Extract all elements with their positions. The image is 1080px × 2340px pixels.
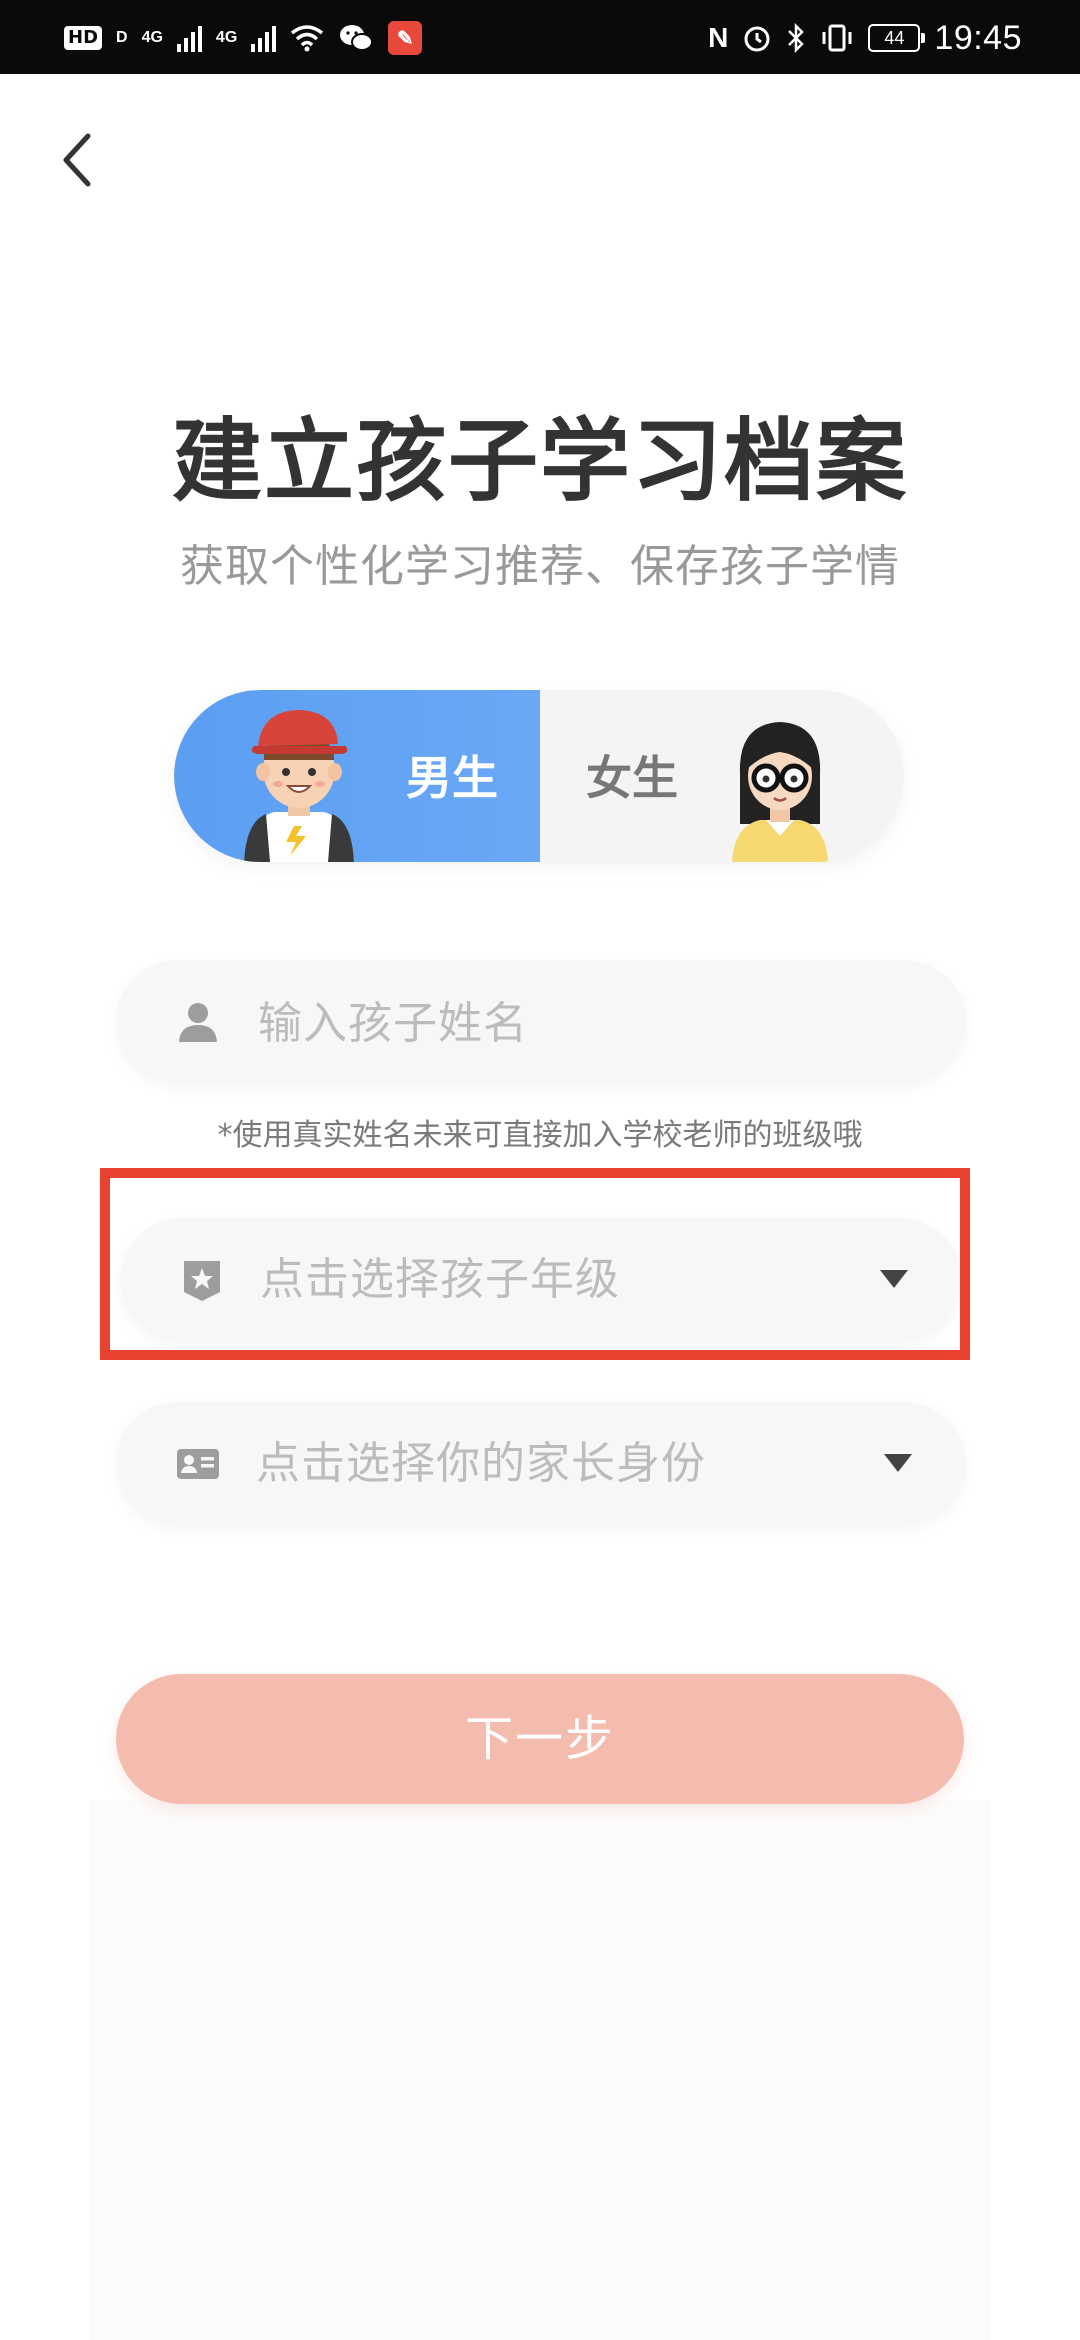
hd-sub: D xyxy=(116,29,128,46)
wechat-icon xyxy=(340,25,374,51)
boy-avatar-icon xyxy=(244,710,354,862)
clock: 19:45 xyxy=(934,18,1022,57)
user-icon xyxy=(179,1003,217,1042)
page-subtitle: 获取个性化学习推荐、保存孩子学情 xyxy=(180,541,900,592)
vibrate-icon xyxy=(822,24,852,52)
signal-2-icon xyxy=(251,24,277,52)
wifi-icon xyxy=(291,25,324,52)
hd-indicator: HD xyxy=(64,26,103,50)
bluetooth-icon xyxy=(788,23,805,53)
parent-role-placeholder: 点击选择你的家长身份 xyxy=(256,1438,706,1489)
bottom-area xyxy=(90,1800,990,2340)
status-bar: HD D 4G 4G ✎ N 44 19:45 xyxy=(0,0,1080,74)
name-hint-text: *使用真实姓名未来可直接加入学校老师的班级哦 xyxy=(217,1118,863,1153)
back-button[interactable] xyxy=(44,120,108,200)
dropdown-caret-icon xyxy=(884,1454,912,1472)
gender-girl-label: 女生 xyxy=(586,751,678,805)
gender-toggle: 男生 女生 xyxy=(174,690,904,862)
status-right: N 44 19:45 xyxy=(708,18,1022,58)
child-name-field[interactable] xyxy=(116,960,966,1084)
grade-select[interactable]: 点击选择孩子年级 xyxy=(120,1218,962,1342)
grade-placeholder: 点击选择孩子年级 xyxy=(260,1254,620,1305)
signal-1-icon xyxy=(176,24,202,52)
next-step-button[interactable]: 下一步 xyxy=(116,1674,964,1804)
battery-icon: 44 xyxy=(868,24,926,52)
chevron-left-icon xyxy=(63,133,91,187)
girl-avatar-icon xyxy=(732,722,828,862)
gender-girl-option[interactable]: 女生 xyxy=(540,690,904,862)
page-title: 建立孩子学习档案 xyxy=(172,409,908,514)
id-card-icon xyxy=(177,1449,219,1479)
gender-boy-option[interactable]: 男生 xyxy=(174,690,540,862)
status-left: HD D 4G 4G ✎ xyxy=(64,18,423,58)
alarm-icon xyxy=(744,26,770,52)
app-notification-icon: ✎ xyxy=(388,21,423,55)
nfc-icon: N xyxy=(708,22,729,53)
signal-1-label: 4G xyxy=(141,29,163,46)
badge-star-icon xyxy=(184,1261,220,1301)
parent-role-select[interactable]: 点击选择你的家长身份 xyxy=(116,1402,966,1526)
child-name-input[interactable] xyxy=(256,990,900,1056)
signal-2-label: 4G xyxy=(215,29,238,46)
dropdown-caret-icon xyxy=(880,1270,908,1288)
gender-boy-label: 男生 xyxy=(406,751,498,805)
